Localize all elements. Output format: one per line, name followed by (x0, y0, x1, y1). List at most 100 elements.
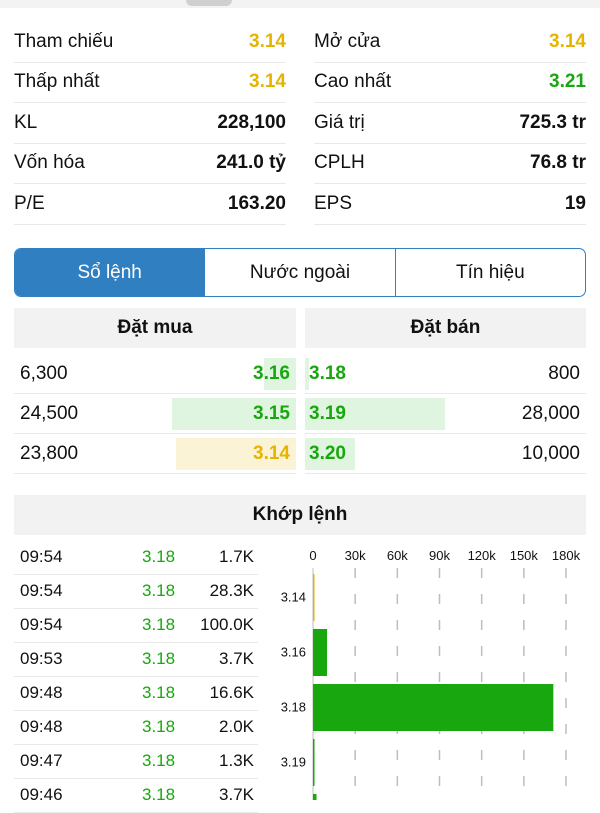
x-tick-label: 90k (429, 548, 450, 563)
matched-header: Khớp lệnh (14, 495, 586, 535)
matched-volume: 2.0K (219, 717, 254, 736)
matched-time: 09:48 (20, 717, 63, 736)
x-tick-label: 150k (510, 548, 539, 563)
x-tick-label: 30k (345, 548, 366, 563)
matched-row[interactable]: 09:47 3.18 1.3K (14, 744, 258, 779)
matched-volume: 1.3K (219, 751, 254, 770)
matched-row[interactable]: 09:48 3.18 16.6K (14, 676, 258, 711)
drag-handle[interactable] (186, 0, 232, 6)
stat-right: Cao nhất 3.21 (314, 63, 586, 103)
matched-volume: 100.0K (200, 615, 254, 634)
bar-3.14 (313, 574, 315, 621)
stat-value: 3.14 (549, 30, 586, 52)
ask-volume[interactable]: 10,000 (414, 434, 580, 474)
stat-label: Mở cửa (314, 30, 381, 52)
matched-time: 09:54 (20, 581, 63, 600)
matched-row[interactable]: 09:48 3.18 2.0K (14, 710, 258, 745)
volume-by-price-chart: 0 30k 60k 90k 120k 150k 180k 3.14 3.16 3.18 3.19 (281, 548, 581, 800)
order-book-row: 24,500 3.15 3.19 28,000 (14, 394, 586, 434)
matched-row[interactable]: 09:54 3.18 100.0K (14, 608, 258, 643)
matched-price: 3.18 (142, 581, 176, 600)
matched-row[interactable]: 09:53 3.18 3.7K (14, 642, 258, 677)
stat-value: 3.14 (249, 71, 286, 93)
x-tick-label: 180k (552, 548, 581, 563)
y-tick-label: 3.16 (281, 645, 306, 660)
bar-3.18 (313, 684, 554, 731)
matched-time: 09:54 (20, 547, 63, 566)
bid-volume[interactable]: 6,300 (20, 354, 170, 394)
x-tick-label: 60k (387, 548, 408, 563)
stat-label: KL (14, 111, 38, 133)
stats-row: Thấp nhất 3.14 Cao nhất 3.21 (14, 63, 586, 103)
matched-time: 09:47 (20, 751, 63, 770)
stat-label: Vốn hóa (14, 152, 85, 174)
tab-signal[interactable]: Tín hiệu (394, 249, 585, 296)
stat-label: Thấp nhất (14, 71, 100, 93)
bar-3.19 (313, 739, 315, 786)
stat-value: 725.3 tr (519, 111, 586, 133)
bid-price[interactable]: 3.16 (174, 354, 290, 394)
stat-label: EPS (314, 192, 353, 214)
stat-left: KL 228,100 (14, 103, 286, 144)
ask-price[interactable]: 3.20 (309, 434, 409, 474)
matched-price: 3.18 (142, 717, 176, 736)
ask-volume[interactable]: 28,000 (414, 394, 580, 434)
tab-foreign[interactable]: Nước ngoài (204, 249, 394, 296)
ask-price[interactable]: 3.18 (309, 354, 409, 394)
stat-label: Cao nhất (314, 71, 392, 93)
matched-time: 09:54 (20, 615, 63, 634)
row-divider (14, 473, 296, 474)
stats-row: Tham chiếu 3.14 Mở cửa 3.14 (14, 22, 586, 63)
matched-price: 3.18 (142, 683, 176, 702)
stat-left: Vốn hóa 241.0 tỷ (14, 144, 286, 184)
matched-volume: 16.6K (209, 683, 254, 702)
stat-value: 241.0 tỷ (216, 152, 286, 174)
bid-price[interactable]: 3.15 (174, 394, 290, 434)
x-tick-label: 120k (468, 548, 497, 563)
matched-volume: 3.7K (219, 649, 254, 668)
bar-3.16 (313, 629, 328, 676)
stat-right: EPS 19 (314, 184, 586, 225)
matched-row[interactable]: 09:46 3.18 3.7K (14, 778, 258, 813)
stat-left: Thấp nhất 3.14 (14, 63, 286, 103)
matched-price: 3.18 (142, 649, 176, 668)
stat-label: CPLH (314, 152, 365, 174)
bid-price[interactable]: 3.14 (174, 434, 290, 474)
bid-header: Đặt mua (14, 308, 296, 348)
y-tick-label: 3.18 (281, 700, 306, 715)
stat-label: Giá trị (314, 111, 365, 133)
ask-volume[interactable]: 800 (414, 354, 580, 394)
stats-row: Vốn hóa 241.0 tỷ CPLH 76.8 tr (14, 144, 586, 184)
x-tick-label: 0 (309, 548, 316, 563)
matched-time: 09:53 (20, 649, 63, 668)
ask-price[interactable]: 3.19 (309, 394, 409, 434)
stat-value: 3.21 (549, 71, 586, 93)
bid-volume[interactable]: 24,500 (20, 394, 170, 434)
stat-label: P/E (14, 192, 45, 214)
bid-volume[interactable]: 23,800 (20, 434, 170, 474)
ask-header: Đặt bán (305, 308, 586, 348)
matched-price: 3.18 (142, 785, 176, 804)
matched-volume: 3.7K (219, 785, 254, 804)
stat-value: 19 (564, 192, 586, 214)
matched-time: 09:48 (20, 683, 63, 702)
tab-order-book[interactable]: Sổ lệnh (15, 249, 205, 296)
order-book-row: 23,800 3.14 3.20 10,000 (14, 434, 586, 474)
stat-value: 163.20 (227, 192, 286, 214)
matched-price: 3.18 (142, 615, 176, 634)
stat-left: Tham chiếu 3.14 (14, 22, 286, 63)
stat-value: 228,100 (217, 111, 286, 133)
order-book-row: 6,300 3.16 3.18 800 (14, 354, 586, 394)
matched-volume: 1.7K (219, 547, 254, 566)
matched-row[interactable]: 09:54 3.18 28.3K (14, 574, 258, 609)
matched-price: 3.18 (142, 751, 176, 770)
stats-row: P/E 163.20 EPS 19 (14, 184, 586, 225)
stat-left: P/E 163.20 (14, 184, 286, 225)
row-divider (305, 473, 586, 474)
matched-row[interactable]: 09:54 3.18 1.7K (14, 540, 258, 575)
stat-right: CPLH 76.8 tr (314, 144, 586, 184)
stat-right: Giá trị 725.3 tr (314, 103, 586, 144)
stat-right: Mở cửa 3.14 (314, 22, 586, 63)
matched-volume: 28.3K (209, 581, 254, 600)
stat-value: 3.14 (249, 30, 286, 52)
